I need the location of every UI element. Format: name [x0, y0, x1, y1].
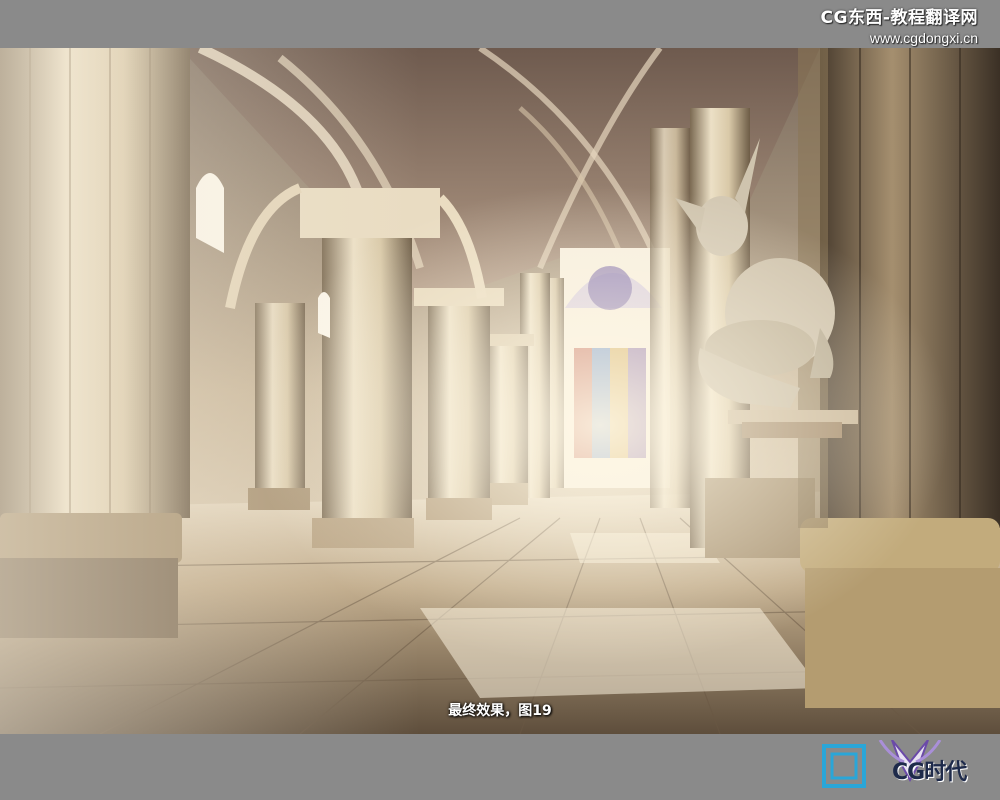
screenshot-frame: CG东西-教程翻译网 www.cgdongxi.cn 最终效果，图19 CG时代 [0, 0, 1000, 800]
image-caption: 最终效果，图19 [448, 703, 552, 719]
site-watermark: CG东西-教程翻译网 www.cgdongxi.cn [821, 8, 979, 48]
logo-text: CG时代 [892, 760, 967, 785]
watermark-url: www.cgdongxi.cn [869, 30, 978, 46]
watermark-title: CG东西-教程翻译网 [820, 8, 978, 28]
cathedral-render [0, 48, 1000, 734]
